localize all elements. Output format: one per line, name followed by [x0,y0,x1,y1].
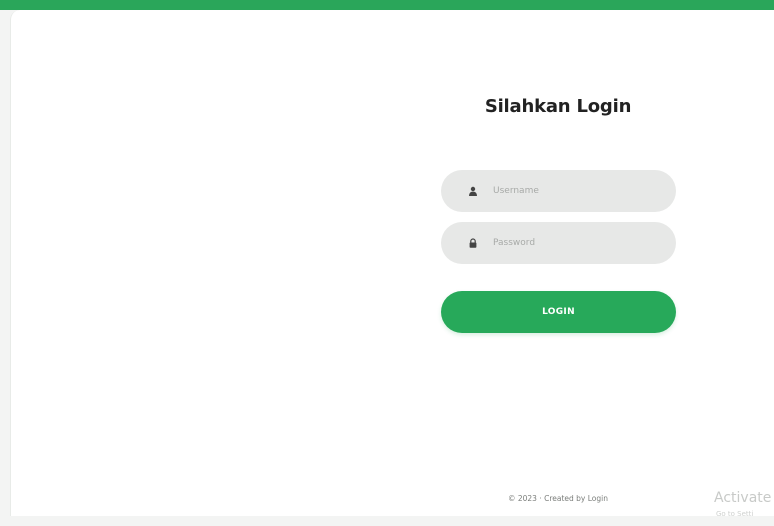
top-accent-bar [0,0,774,10]
username-field[interactable] [441,170,676,212]
lock-icon [467,237,479,249]
app-window: Silahkan Login LOGIN © 2023 · Created by… [0,0,774,526]
user-icon [467,185,479,197]
footer-copyright: © 2023 · Created by Login [507,494,608,503]
activate-windows-watermark: Activate [714,490,772,506]
password-input[interactable] [493,238,653,248]
username-input[interactable] [493,186,653,196]
page-title: Silahkan Login [484,96,632,117]
login-button[interactable]: LOGIN [441,291,676,333]
password-field[interactable] [441,222,676,264]
activate-windows-subtext: Go to Setti [716,510,754,518]
